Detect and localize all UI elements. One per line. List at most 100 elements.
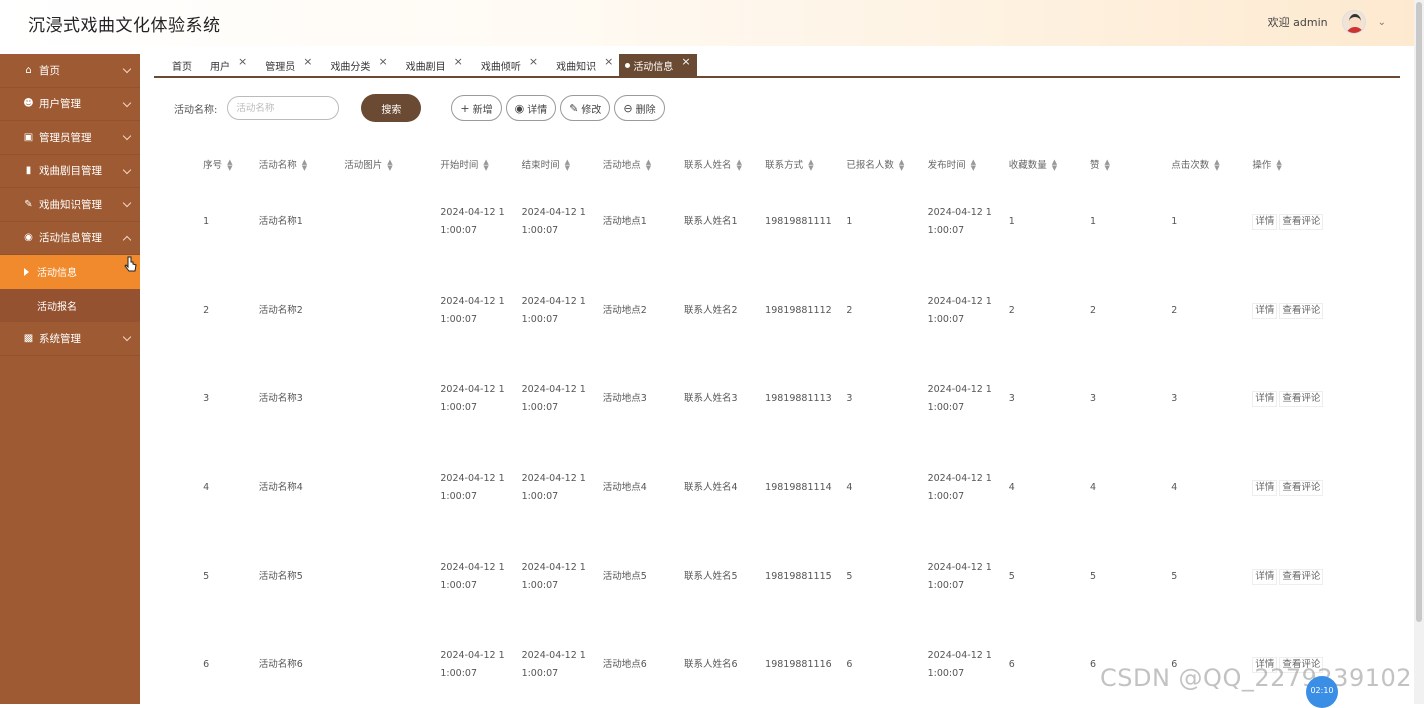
table-row[interactable]: 1 活动名称1 2024-04-12 1 1:00:07 2024-04-12 1 1:0… — [154, 178, 1400, 267]
column-header-label: 序号 — [203, 159, 223, 171]
edit-button[interactable]: ✎ 修改 — [560, 95, 611, 121]
sort-icon[interactable]: ▲ ▼ — [1214, 159, 1219, 172]
tab-home[interactable]: 首页 — [154, 54, 198, 76]
table-row[interactable]: 4 活动名称4 2024-04-12 1 1:00:07 2024-04-12 1 1:0… — [154, 444, 1400, 533]
sort-icon[interactable]: ▲ ▼ — [1105, 159, 1110, 172]
sidebar: ⌂ 首页 ☻ 用户管理 ▣ 管理员管理 ▮ 戏曲剧目管理 ✎ 戏曲知识管理 ◉ … — [0, 54, 140, 704]
tab-listening[interactable]: 戏曲倾听 × — [469, 54, 544, 76]
vertical-scrollbar[interactable] — [1414, 0, 1424, 704]
active-dot-icon — [625, 62, 631, 68]
sort-icon[interactable]: ▲ ▼ — [899, 159, 904, 172]
column-header[interactable]: 联系方式 ▲ ▼ — [765, 150, 846, 178]
sidebar-subitem-activity-signup[interactable]: 活动报名 — [0, 288, 140, 322]
sidebar-item-system[interactable]: ▩ 系统管理 — [0, 322, 140, 356]
column-header[interactable]: 发布时间 ▲ ▼ — [928, 150, 1009, 178]
chevron-down-icon[interactable]: ⌄ — [1378, 17, 1386, 28]
column-header-label: 发布时间 — [927, 159, 966, 171]
row-detail-button[interactable]: 详情 — [1252, 480, 1278, 497]
tab-knowledge[interactable]: 戏曲知识 × — [544, 54, 619, 76]
row-comments-button[interactable]: 查看评论 — [1279, 480, 1324, 497]
close-icon[interactable]: × — [378, 55, 387, 68]
delete-button[interactable]: ⊖ 删除 — [614, 95, 665, 121]
row-detail-button[interactable]: 详情 — [1252, 568, 1278, 585]
close-icon[interactable]: × — [604, 55, 613, 68]
tab-label: 戏曲倾听 — [480, 61, 521, 73]
column-header[interactable]: 联系人姓名 ▲ ▼ — [684, 150, 765, 178]
close-icon[interactable]: × — [303, 55, 312, 68]
sidebar-item-admins[interactable]: ▣ 管理员管理 — [0, 121, 140, 155]
sidebar-item-knowledge[interactable]: ✎ 戏曲知识管理 — [0, 188, 140, 222]
table-cell — [344, 444, 440, 533]
table-cell — [344, 532, 440, 621]
column-header[interactable]: 赞 ▲ ▼ — [1090, 150, 1171, 178]
chevron-down-icon — [122, 332, 132, 342]
row-comments-button[interactable]: 查看评论 — [1279, 214, 1324, 231]
search-button[interactable]: 搜索 — [361, 94, 422, 122]
tab-activity-info[interactable]: 活动信息 × — [619, 54, 697, 76]
column-header[interactable]: 收藏数量 ▲ ▼ — [1009, 150, 1090, 178]
column-header[interactable]: 操作 ▲ ▼ — [1252, 150, 1400, 178]
column-header[interactable]: 开始时间 ▲ ▼ — [440, 150, 521, 178]
close-icon[interactable]: × — [681, 55, 690, 68]
sidebar-item-home[interactable]: ⌂ 首页 — [0, 54, 140, 88]
cell-text: 活动名称3 — [258, 393, 303, 405]
table-cell: 联系人姓名6 — [684, 621, 765, 704]
close-icon[interactable]: × — [238, 55, 247, 68]
tab-categories[interactable]: 戏曲分类 × — [318, 54, 393, 76]
cell-text: 2024-04-12 1 — [927, 295, 992, 307]
column-header[interactable]: 点击次数 ▲ ▼ — [1171, 150, 1252, 178]
tab-repertoire[interactable]: 戏曲剧目 × — [394, 54, 469, 76]
table-cell — [344, 355, 440, 444]
sort-icon[interactable]: ▲ ▼ — [736, 159, 741, 172]
tab-admins[interactable]: 管理员 × — [253, 54, 318, 76]
sort-icon[interactable]: ▲ ▼ — [1276, 159, 1281, 172]
sort-icon[interactable]: ▲ ▼ — [565, 159, 570, 172]
column-header[interactable]: 序号 ▲ ▼ — [203, 150, 259, 178]
sort-icon[interactable]: ▲ ▼ — [808, 159, 813, 172]
sidebar-item-users[interactable]: ☻ 用户管理 — [0, 88, 140, 121]
sidebar-subitem-activity-info[interactable]: 活动信息 — [0, 255, 140, 289]
avatar[interactable] — [1341, 10, 1366, 34]
sidebar-item-label: 戏曲剧目管理 — [39, 165, 102, 178]
sort-icon[interactable]: ▲ ▼ — [1052, 159, 1057, 172]
sort-icon[interactable]: ▲ ▼ — [971, 159, 976, 172]
sidebar-item-repertoire[interactable]: ▮ 戏曲剧目管理 — [0, 155, 140, 188]
row-comments-button[interactable]: 查看评论 — [1279, 568, 1324, 585]
table-cell: 2 — [1009, 267, 1090, 356]
sidebar-item-activity[interactable]: ◉ 活动信息管理 — [0, 222, 140, 255]
tab-label: 首页 — [172, 61, 192, 73]
sort-icon[interactable]: ▲ ▼ — [227, 159, 232, 172]
column-header[interactable]: 活动图片 ▲ ▼ — [344, 150, 440, 178]
scroll-thumb[interactable] — [1416, 2, 1422, 622]
table-cell: 2024-04-12 1 1:00:07 — [522, 267, 603, 356]
table-cell: 19819881116 — [765, 621, 846, 704]
add-button[interactable]: + 新增 — [451, 95, 502, 121]
row-comments-button[interactable]: 查看评论 — [1279, 302, 1324, 319]
sort-icon[interactable]: ▲ ▼ — [302, 159, 307, 172]
table-row[interactable]: 3 活动名称3 2024-04-12 1 1:00:07 2024-04-12 1 1:0… — [154, 355, 1400, 444]
column-header[interactable]: 活动名称 ▲ ▼ — [259, 150, 344, 178]
table-cell: 2024-04-12 1 1:00:07 — [928, 444, 1009, 533]
search-input[interactable] — [227, 96, 340, 120]
column-header[interactable]: 结束时间 ▲ ▼ — [522, 150, 603, 178]
row-detail-button[interactable]: 详情 — [1252, 302, 1278, 319]
user-menu[interactable]: 欢迎 admin ⌄ — [1268, 10, 1386, 34]
sort-icon[interactable]: ▲ ▼ — [483, 159, 488, 172]
column-header[interactable]: 活动地点 ▲ ▼ — [603, 150, 684, 178]
close-icon[interactable]: × — [454, 55, 463, 68]
row-detail-button[interactable]: 详情 — [1252, 214, 1278, 231]
table-row[interactable]: 2 活动名称2 2024-04-12 1 1:00:07 2024-04-12 1 1:0… — [154, 267, 1400, 356]
close-icon[interactable]: × — [529, 55, 538, 68]
tab-users[interactable]: 用户 × — [198, 54, 253, 76]
table-cell: 19819881114 — [765, 444, 846, 533]
row-comments-button[interactable]: 查看评论 — [1279, 391, 1324, 408]
table-row[interactable]: 5 活动名称5 2024-04-12 1 1:00:07 2024-04-12 1 1:0… — [154, 532, 1400, 621]
table-cell: 2 — [203, 267, 259, 356]
sort-icon[interactable]: ▲ ▼ — [646, 159, 651, 172]
row-detail-button[interactable]: 详情 — [1252, 391, 1278, 408]
column-header[interactable]: 已报名人数 ▲ ▼ — [846, 150, 927, 178]
detail-button[interactable]: ◉ 详情 — [505, 95, 557, 121]
table-cell: 活动地点2 — [603, 267, 684, 356]
sort-icon[interactable]: ▲ ▼ — [387, 159, 392, 172]
cell-text: 1:00:07 — [521, 579, 559, 591]
